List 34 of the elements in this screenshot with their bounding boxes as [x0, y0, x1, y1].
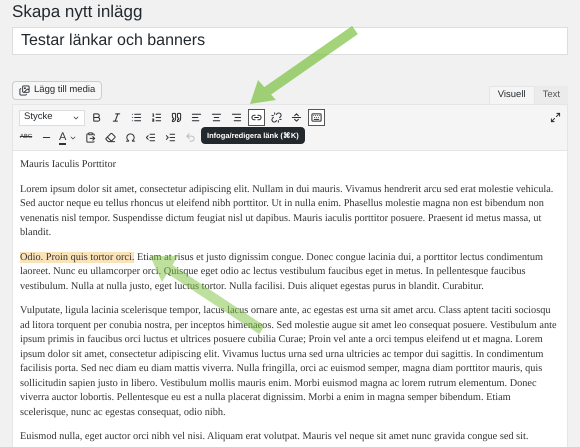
align-center-icon: [211, 112, 222, 123]
read-more-icon: [291, 112, 302, 123]
paste-text-icon: [84, 132, 96, 143]
unlink-icon: [271, 112, 282, 123]
bold-icon: [91, 112, 102, 123]
toolbar-toggle-button[interactable]: [308, 109, 325, 126]
format-select[interactable]: Stycke: [19, 110, 85, 126]
media-icon: [19, 85, 30, 96]
paragraph: Lorem ipsum dolor sit amet, consectetur adipiscing elit. Nullam in dui mauris. Vivamus hendrerit arcu sed erat molestie vehicula. Sed auctor neque eu tellus rhoncus ut eleifend nibh porttitor. Ut in nulla enim. Phasellus molestie magna non est bibendum non venenatis nisl tempor. Suspendisse dictum feugiat nisl ut dapibus. Mauris iaculis porttitor posuere. Praesent id metus massa, ut blandit.: [20, 182, 554, 240]
link-button[interactable]: [248, 109, 265, 126]
fullscreen-icon[interactable]: [550, 112, 561, 123]
editor-tab[interactable]: Visuell: [488, 86, 535, 104]
bullet-list-icon: [131, 112, 142, 123]
outdent-icon: [144, 132, 156, 143]
eraser-icon: [104, 132, 116, 143]
title-field[interactable]: Testar länkar och banners: [12, 27, 568, 55]
paragraph: Euismod nulla, eget auctor orci nibh vel nisi. Aliquam erat volutpat. Mauris vel neque sit amet nunc gravida congue sed sit.: [20, 430, 530, 444]
omega-icon: [124, 132, 136, 143]
paragraph: Mauris Iaculis Porttitor: [20, 158, 118, 172]
format-label: Stycke: [24, 110, 53, 124]
italic-icon: [111, 112, 122, 123]
page-title: Skapa nytt inlägg: [12, 1, 144, 23]
undo-icon: [184, 132, 196, 143]
toolbar-toggle-icon: [311, 112, 322, 123]
align-left-icon: [191, 112, 202, 123]
text-color-button[interactable]: A: [59, 129, 78, 146]
paragraph: Vulputate, ligula lacinia scelerisque tempor, lacus lacus ornare ante, ac egestas est urna sit amet arcu. Class aptent taciti sociosqu ad litora torquent per conubia nostra, per inceptos himenaeos. Sed molestie augue sit amet leo consequat posuere. Vestibulum ante ipsum primis in faucibus orci luctus et ultrices posuere cubilia Curae; Proin vel ante a orci tempus eleifend ut et magna. Lorem ipsum dolor sit amet, consectetur adipiscing elit. Vivamus luctus urna sed urna ultricies ac tempor dui sagittis. In condimentum facilisis porta. Sed nec diam eu diam mattis viverra. Nulla fringilla, orci ac euismod semper, magna diam porttitor mauris, quis sollicitudin sapien justo in libero. Vestibulum mollis mauris enim. Morbi euismod magna ac lorem rutrum elementum. Donec viverra auctor lobortis. Pellentesque eu est a nulla placerat dignissim. Morbi a enim in magna semper bibendum. Etiam scelerisque, nunc ac egestas consequat, odio nibh.: [20, 304, 558, 420]
link-icon: [251, 112, 262, 123]
add-media-button[interactable]: Lägg till media: [12, 81, 102, 100]
numbered-list-icon: [151, 112, 162, 123]
align-right-icon: [231, 112, 242, 123]
indent-icon: [164, 132, 176, 143]
editor-tab[interactable]: Text: [534, 86, 568, 104]
quote-icon: [171, 112, 182, 123]
